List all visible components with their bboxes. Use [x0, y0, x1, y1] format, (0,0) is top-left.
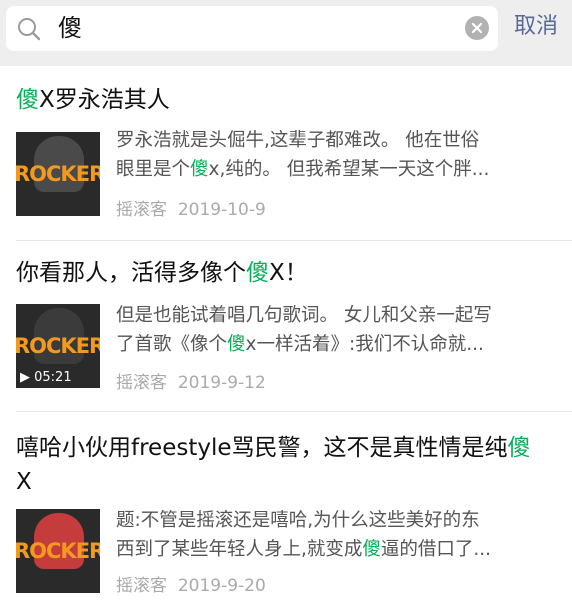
- cancel-button[interactable]: 取消: [514, 14, 558, 40]
- result-title-continued[interactable]: X: [16, 462, 32, 502]
- search-result[interactable]: 嘻哈小伙用freestyle骂民警，这不是真性情是纯傻 X ROCKER 题:不…: [0, 412, 572, 603]
- title-text: X罗永浩其人: [39, 87, 170, 113]
- snippet-text: 了首歌《像个: [116, 334, 228, 355]
- result-meta: 摇滚客 2019-9-12: [116, 368, 266, 393]
- search-field[interactable]: [6, 6, 498, 51]
- rocker-logo: ROCKER: [16, 539, 100, 563]
- source-name: 摇滚客: [116, 200, 167, 220]
- highlight-keyword: 傻: [227, 334, 246, 355]
- highlight-keyword: 傻: [16, 87, 39, 113]
- title-text: 嘻哈小伙用freestyle骂民警，这不是真性情是纯: [16, 435, 508, 461]
- thumbnail[interactable]: ROCKER: [16, 509, 100, 593]
- snippet-line: 了首歌《像个傻x一样活着》:我们不认命就...: [116, 330, 556, 359]
- result-snippet: 但是也能试着唱几句歌词。 女儿和父亲一起写 了首歌《像个傻x一样活着》:我们不认…: [116, 301, 556, 359]
- result-snippet: 罗永浩就是头倔牛,这辈子都难改。 他在世俗 眼里是个傻x,纯的。 但我希望某一天…: [116, 126, 556, 184]
- snippet-line: 但是也能试着唱几句歌词。 女儿和父亲一起写: [116, 301, 556, 330]
- result-meta: 摇滚客 2019-9-20: [116, 571, 266, 596]
- highlight-keyword: 傻: [362, 539, 381, 560]
- snippet-text: 题:不管是摇滚还是嘻哈,为什么这些美好的东: [116, 510, 480, 531]
- snippet-text: 眼里是个: [116, 159, 191, 180]
- title-text: 你看那人，活得多像个: [16, 260, 246, 286]
- source-name: 摇滚客: [116, 373, 167, 393]
- title-text: X: [16, 469, 32, 495]
- snippet-line: 眼里是个傻x,纯的。 但我希望某一天这个胖...: [116, 155, 556, 184]
- publish-date: 2019-10-9: [177, 200, 266, 220]
- video-thumbnail[interactable]: ROCKER ▶ 05:21: [16, 304, 100, 388]
- snippet-line: 题:不管是摇滚还是嘻哈,为什么这些美好的东: [116, 506, 556, 535]
- snippet-text: 罗永浩就是头倔牛,这辈子都难改。 他在世俗: [116, 130, 480, 151]
- source-name: 摇滚客: [116, 576, 167, 596]
- search-input[interactable]: [58, 6, 458, 51]
- clear-icon[interactable]: [465, 16, 489, 40]
- search-result[interactable]: 你看那人，活得多像个傻X！ ROCKER ▶ 05:21 但是也能试着唱几句歌词…: [0, 241, 572, 411]
- rocker-logo: ROCKER: [16, 334, 100, 358]
- search-result[interactable]: 傻X罗永浩其人 ROCKER 罗永浩就是头倔牛,这辈子都难改。 他在世俗 眼里是…: [0, 66, 572, 240]
- result-meta: 摇滚客 2019-10-9: [116, 195, 266, 220]
- snippet-line: 罗永浩就是头倔牛,这辈子都难改。 他在世俗: [116, 126, 556, 155]
- snippet-text: 逼的借口了...: [380, 539, 492, 560]
- video-duration: ▶ 05:21: [20, 370, 72, 385]
- publish-date: 2019-9-20: [177, 576, 266, 596]
- rocker-logo: ROCKER: [16, 162, 100, 186]
- highlight-keyword: 傻: [190, 159, 209, 180]
- result-title[interactable]: 嘻哈小伙用freestyle骂民警，这不是真性情是纯傻: [16, 428, 531, 468]
- title-text: X！: [269, 260, 308, 286]
- thumbnail[interactable]: ROCKER: [16, 132, 100, 216]
- snippet-line: 西到了某些年轻人身上,就变成傻逼的借口了...: [116, 535, 556, 564]
- snippet-text: x一样活着》:我们不认命就...: [245, 334, 484, 355]
- highlight-keyword: 傻: [246, 260, 269, 286]
- search-bar: 取消: [0, 0, 572, 66]
- result-title[interactable]: 傻X罗永浩其人: [16, 80, 170, 120]
- snippet-text: 但是也能试着唱几句歌词。 女儿和父亲一起写: [116, 305, 492, 326]
- snippet-text: 西到了某些年轻人身上,就变成: [116, 539, 363, 560]
- publish-date: 2019-9-12: [177, 373, 266, 393]
- result-snippet: 题:不管是摇滚还是嘻哈,为什么这些美好的东 西到了某些年轻人身上,就变成傻逼的借…: [116, 506, 556, 564]
- highlight-keyword: 傻: [507, 435, 531, 461]
- snippet-text: x,纯的。 但我希望某一天这个胖...: [208, 159, 490, 180]
- result-title[interactable]: 你看那人，活得多像个傻X！: [16, 253, 308, 293]
- search-icon: [18, 18, 41, 41]
